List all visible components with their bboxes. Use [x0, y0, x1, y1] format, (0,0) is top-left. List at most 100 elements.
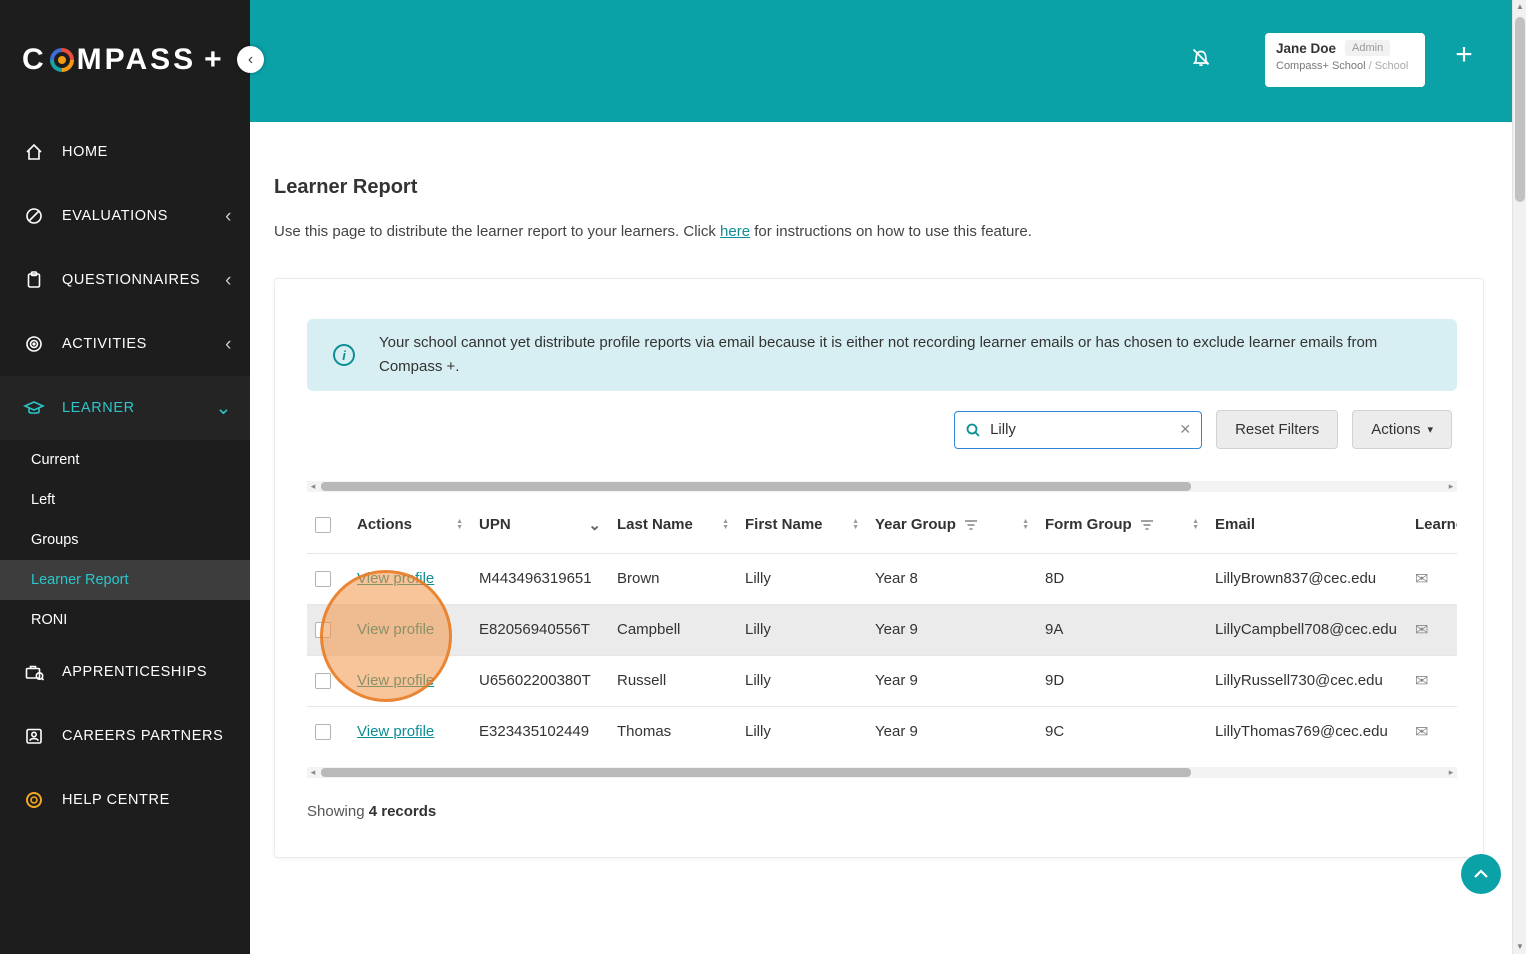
view-profile-link[interactable]: View profile — [357, 570, 434, 587]
scroll-right-icon[interactable]: ▸ — [1445, 767, 1457, 778]
compass-logo: C MPASS + — [0, 0, 250, 120]
sidebar-item-evaluations[interactable]: EVALUATIONS ‹ — [0, 184, 250, 248]
table-row: View profile E82056940556T Campbell Lill… — [307, 603, 1457, 655]
email-cell: LillyBrown837@cec.edu — [1207, 552, 1407, 604]
scroll-left-icon[interactable]: ◂ — [307, 767, 319, 778]
learner-subnav: Current Left Groups Learner Report RONI — [0, 440, 250, 640]
sorted-desc-icon[interactable]: ⌄ — [588, 516, 601, 534]
help-centre-icon — [22, 790, 46, 810]
info-icon: i — [333, 344, 355, 366]
learner-icon — [22, 398, 46, 418]
learner-table-wrap: Actions ▲ ▼ UPN ⌄ Last Name ▲ ▼ First Name ▲ ▼ … — [307, 497, 1457, 763]
sidebar-item-label: HELP CENTRE — [62, 792, 170, 808]
learner-table: Actions ▲ ▼ UPN ⌄ Last Name ▲ ▼ First Name ▲ ▼ … — [307, 497, 1457, 757]
sort-icon[interactable]: ▲ ▼ — [722, 518, 729, 531]
add-button[interactable]: + — [1448, 38, 1480, 72]
sidebar-item-questionnaires[interactable]: QUESTIONNAIRES ‹ — [0, 248, 250, 312]
alert-text: Your school cannot yet distribute profil… — [379, 334, 1378, 375]
scroll-right-icon[interactable]: ▸ — [1445, 481, 1457, 492]
collapse-icon: ‹ — [247, 50, 254, 68]
view-profile-link[interactable]: View profile — [357, 723, 434, 740]
sidebar-item-home[interactable]: HOME — [0, 120, 250, 184]
table-row: View profile U65602200380T Russell Lilly… — [307, 654, 1457, 706]
actions-dropdown-button[interactable]: Actions ▾ — [1352, 410, 1452, 449]
col-upn: UPN — [479, 516, 511, 534]
upn-cell: E323435102449 — [471, 705, 609, 757]
col-learner: Learner — [1415, 516, 1457, 534]
clear-search-icon[interactable]: ✕ — [1179, 421, 1191, 438]
envelope-icon[interactable]: ✉ — [1415, 622, 1428, 639]
sidebar-subitem-learner-report[interactable]: Learner Report — [0, 560, 250, 600]
scrollbar-thumb[interactable] — [1515, 17, 1525, 202]
chevron-left-icon[interactable]: ‹ — [225, 207, 232, 226]
search-input[interactable] — [990, 421, 1171, 438]
sidebar-item-help-centre[interactable]: HELP CENTRE — [0, 768, 250, 832]
sidebar-subitem-left[interactable]: Left — [0, 480, 250, 520]
form-group-cell: 9D — [1037, 654, 1207, 706]
chevron-up-icon — [1472, 868, 1490, 880]
chevron-down-icon[interactable]: ⌄ — [215, 399, 232, 418]
sidebar-item-activities[interactable]: ACTIVITIES ‹ — [0, 312, 250, 376]
sidebar-subitem-groups[interactable]: Groups — [0, 520, 250, 560]
sidebar-subitem-current[interactable]: Current — [0, 440, 250, 480]
app-window: C MPASS + HOME EVALUATIONS ‹ QUESTIONNAI… — [0, 0, 1526, 954]
view-profile-link[interactable]: View profile — [357, 621, 434, 638]
sort-icon[interactable]: ▲ ▼ — [1022, 518, 1029, 531]
user-menu[interactable]: Jane Doe Admin Compass+ School / School — [1265, 33, 1425, 87]
table-scrollbar-bottom[interactable]: ◂ ▸ — [307, 767, 1457, 778]
email-cell: LillyCampbell708@cec.edu — [1207, 603, 1407, 655]
form-group-cell: 9A — [1037, 603, 1207, 655]
row-checkbox[interactable] — [315, 571, 331, 588]
search-box[interactable]: ✕ — [954, 410, 1203, 449]
scroll-up-icon[interactable]: ▲ — [1513, 0, 1526, 14]
chevron-left-icon[interactable]: ‹ — [225, 271, 232, 290]
scroll-left-icon[interactable]: ◂ — [307, 481, 319, 492]
last-name-cell: Thomas — [609, 705, 737, 757]
top-bar: Jane Doe Admin Compass+ School / School + — [250, 0, 1512, 122]
sidebar-item-careers-partners[interactable]: CAREERS PARTNERS — [0, 704, 250, 768]
sort-icon[interactable]: ▲ ▼ — [852, 518, 859, 531]
evaluations-icon — [22, 206, 46, 226]
sidebar-subitem-roni[interactable]: RONI — [0, 600, 250, 640]
envelope-icon[interactable]: ✉ — [1415, 673, 1428, 690]
row-checkbox[interactable] — [315, 673, 331, 690]
email-cell: LillyRussell730@cec.edu — [1207, 654, 1407, 706]
col-form-group: Form Group — [1045, 516, 1132, 534]
table-scrollbar-top[interactable]: ◂ ▸ — [307, 481, 1457, 492]
sidebar-item-label: LEARNER — [62, 400, 135, 416]
reset-filters-button[interactable]: Reset Filters — [1216, 410, 1339, 449]
instructions-link[interactable]: here — [720, 223, 750, 240]
row-checkbox[interactable] — [315, 724, 331, 741]
sidebar-item-apprenticeships[interactable]: APPRENTICESHIPS — [0, 640, 250, 704]
upn-cell: E82056940556T — [471, 603, 609, 655]
chevron-left-icon[interactable]: ‹ — [225, 335, 232, 354]
view-profile-link[interactable]: View profile — [357, 672, 434, 689]
sort-icon[interactable]: ▲ ▼ — [1192, 518, 1199, 531]
scrollbar-thumb[interactable] — [321, 768, 1191, 777]
sidebar-nav: HOME EVALUATIONS ‹ QUESTIONNAIRES ‹ ACTI… — [0, 120, 250, 832]
sidebar-item-label: ACTIVITIES — [62, 336, 147, 352]
year-group-cell: Year 8 — [867, 552, 1037, 604]
scrollbar-thumb[interactable] — [321, 482, 1191, 491]
sidebar-collapse-button[interactable]: ‹ — [237, 46, 264, 73]
envelope-icon[interactable]: ✉ — [1415, 724, 1428, 741]
row-checkbox[interactable] — [315, 622, 331, 639]
envelope-icon[interactable]: ✉ — [1415, 571, 1428, 588]
learner-report-card: i Your school cannot yet distribute prof… — [274, 278, 1484, 858]
sidebar-item-label: QUESTIONNAIRES — [62, 272, 201, 288]
sidebar-item-learner[interactable]: LEARNER ⌄ — [0, 376, 250, 440]
filter-icon[interactable] — [1140, 519, 1154, 531]
sort-icon[interactable]: ▲ ▼ — [456, 518, 463, 531]
sidebar-item-label: CAREERS PARTNERS — [62, 728, 224, 744]
filter-icon[interactable] — [964, 519, 978, 531]
apprenticeships-icon — [22, 662, 46, 682]
col-email: Email — [1215, 516, 1256, 534]
notifications-muted-icon[interactable] — [1188, 44, 1214, 70]
browser-scrollbar[interactable]: ▲ ▼ — [1512, 0, 1526, 954]
year-group-cell: Year 9 — [867, 603, 1037, 655]
col-last-name: Last Name — [617, 516, 693, 534]
scroll-down-icon[interactable]: ▼ — [1513, 940, 1526, 954]
form-group-cell: 8D — [1037, 552, 1207, 604]
scroll-to-top-button[interactable] — [1461, 854, 1501, 894]
select-all-checkbox[interactable] — [315, 517, 331, 534]
